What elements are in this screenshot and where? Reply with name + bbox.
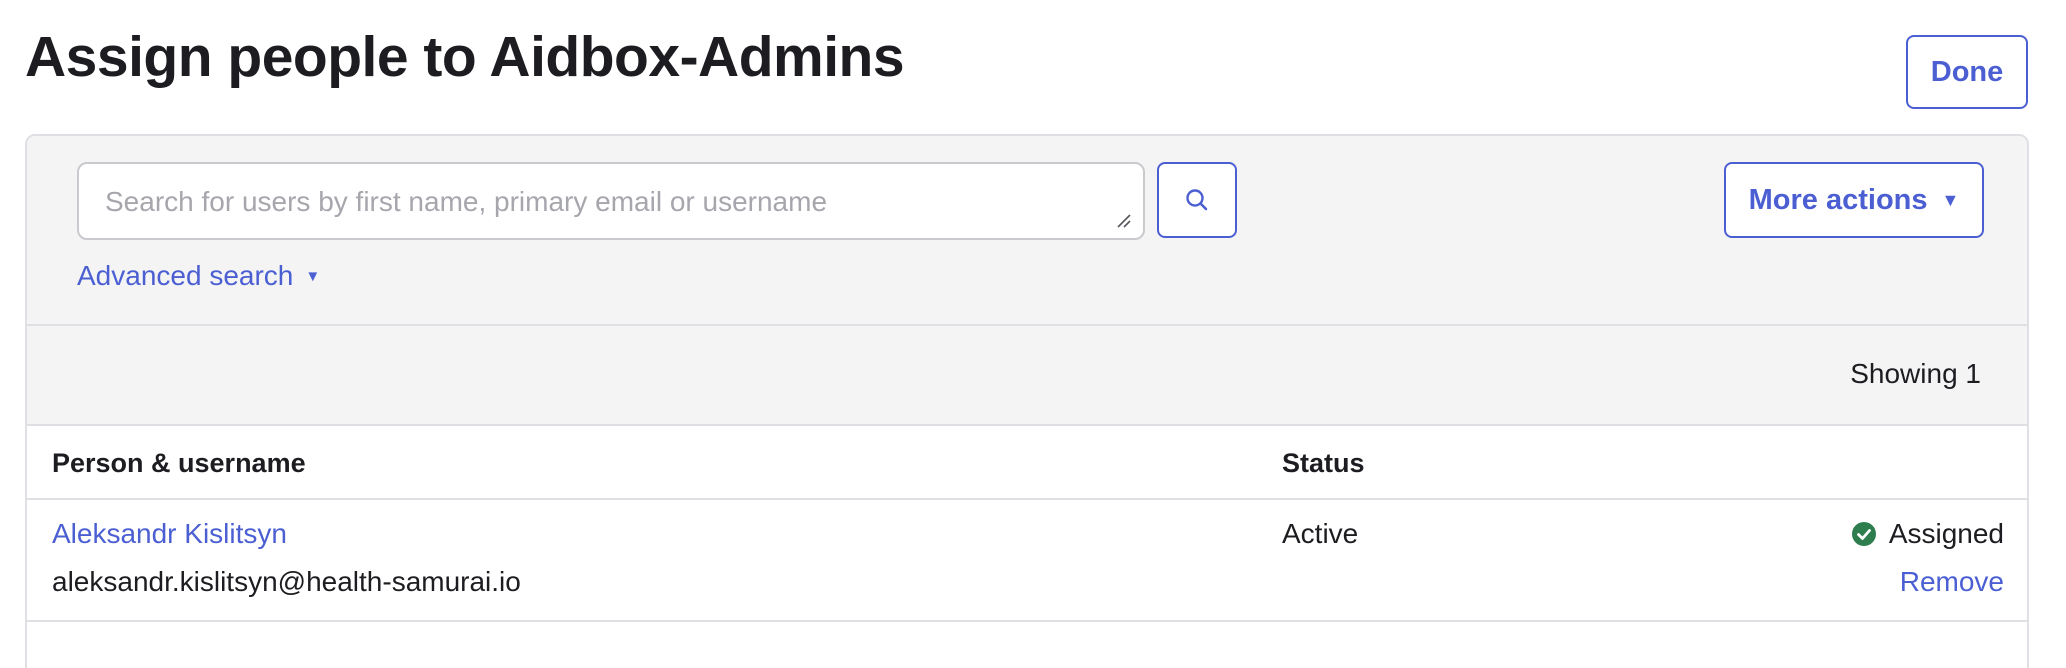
person-email: aleksandr.kislitsyn@health-samurai.io [52, 566, 521, 597]
search-toolbar: More actions ▼ Advanced search ▼ [27, 136, 2027, 326]
assignment-status: Assigned [1851, 518, 2004, 550]
column-header-person: Person & username [52, 448, 306, 478]
check-circle-icon [1851, 522, 1876, 546]
column-header-status: Status [1282, 448, 1365, 478]
search-icon [1186, 189, 1208, 211]
search-button[interactable] [1157, 162, 1237, 238]
resize-handle-icon[interactable] [1115, 212, 1131, 228]
table-row: Aleksandr Kislitsyn aleksandr.kislitsyn@… [27, 500, 2027, 622]
people-panel: More actions ▼ Advanced search ▼ Showing… [25, 134, 2029, 668]
more-actions-button[interactable]: More actions ▼ [1724, 162, 1984, 238]
assign-people-page: Assign people to Aidbox-Admins Done More… [0, 0, 2066, 668]
results-summary-bar: Showing 1 [27, 326, 2027, 426]
page-title: Assign people to Aidbox-Admins [25, 25, 905, 89]
search-box[interactable] [77, 162, 1145, 240]
assigned-label: Assigned [1888, 518, 2004, 549]
search-input[interactable] [103, 164, 1107, 240]
showing-count: Showing 1 [1850, 358, 1981, 389]
person-name-link[interactable]: Aleksandr Kislitsyn [52, 518, 287, 550]
advanced-search-label: Advanced search [77, 260, 294, 291]
advanced-search-toggle[interactable]: Advanced search ▼ [77, 260, 320, 292]
caret-down-icon: ▼ [305, 267, 321, 285]
more-actions-label: More actions [1748, 183, 1928, 216]
status-value: Active [1282, 518, 1359, 549]
remove-link[interactable]: Remove [1900, 566, 2004, 598]
caret-down-icon: ▼ [1941, 190, 1960, 210]
table-header: Person & username Status [27, 426, 2027, 500]
done-button[interactable]: Done [1906, 35, 2028, 109]
